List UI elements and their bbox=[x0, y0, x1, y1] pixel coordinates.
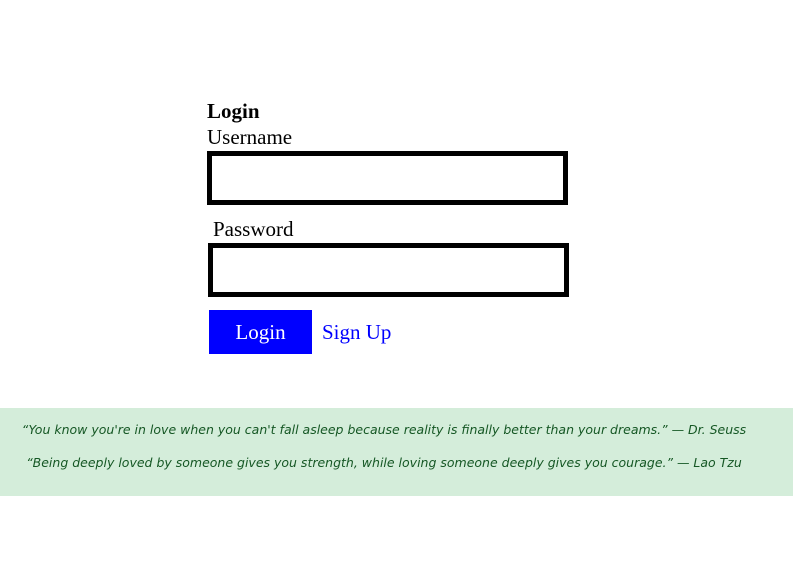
form-actions: Login Sign Up bbox=[209, 310, 587, 354]
form-title: Login bbox=[207, 99, 260, 123]
quote-item: “Being deeply loved by someone gives you… bbox=[26, 455, 742, 470]
quote-item: “You know you're in love when you can't … bbox=[21, 422, 747, 437]
quotes-banner: “You know you're in love when you can't … bbox=[0, 408, 793, 496]
username-input[interactable] bbox=[207, 151, 568, 205]
password-label: Password bbox=[213, 217, 294, 241]
login-button[interactable]: Login bbox=[209, 310, 312, 354]
login-form: Login Username Password Login Sign Up bbox=[207, 99, 587, 354]
username-label: Username bbox=[207, 125, 293, 149]
password-input[interactable] bbox=[208, 243, 569, 297]
signup-link[interactable]: Sign Up bbox=[322, 320, 391, 345]
